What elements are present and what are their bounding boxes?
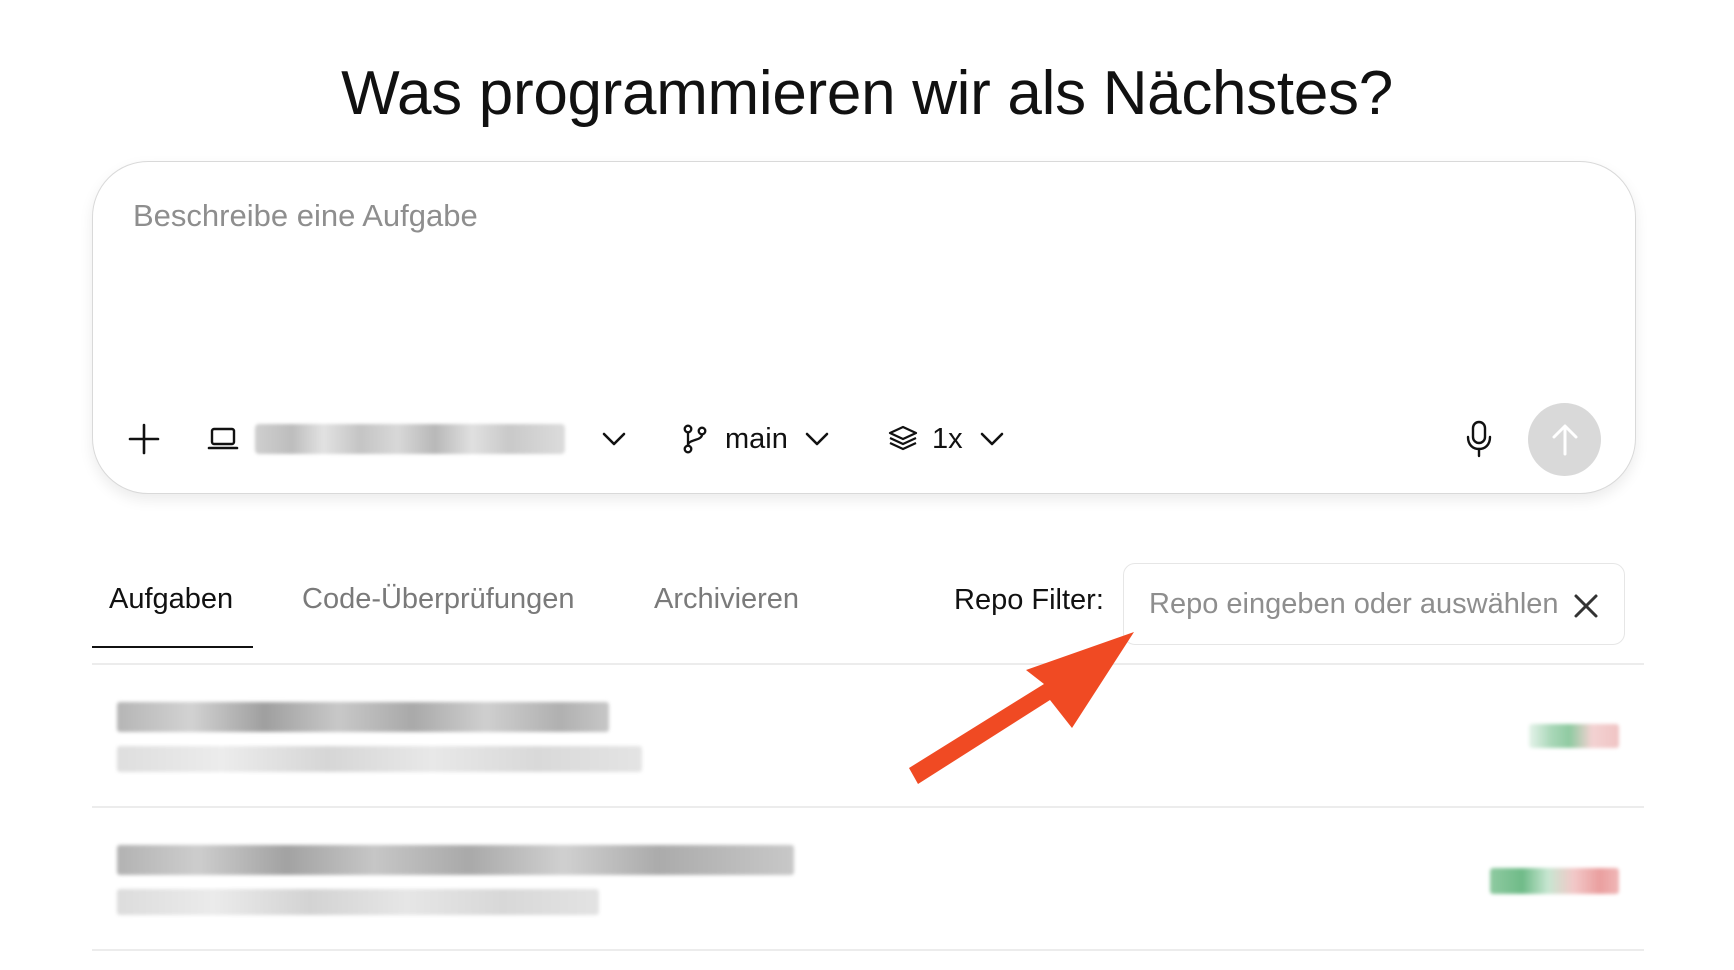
chevron-down-icon — [602, 432, 626, 446]
task-title-redacted — [117, 702, 609, 732]
layers-icon — [888, 425, 918, 451]
voice-input-button[interactable] — [1464, 402, 1494, 476]
task-description-input[interactable] — [133, 198, 1573, 348]
branch-selector[interactable]: main — [681, 402, 830, 476]
clear-filter-button[interactable] — [1566, 586, 1606, 626]
diff-stats-redacted — [1490, 868, 1619, 894]
codex-home-page: Was programmieren wir als Nächstes? Besc… — [0, 0, 1734, 970]
branch-label: main — [725, 422, 788, 455]
repo-filter-label: Repo Filter: — [954, 584, 1104, 616]
diff-stats-redacted — [1529, 724, 1619, 748]
tab-label: Code-Überprüfungen — [302, 583, 575, 615]
list-divider — [92, 949, 1644, 951]
versions-selector[interactable]: 1x — [888, 402, 1005, 476]
close-icon — [1574, 594, 1598, 618]
tab-code-reviews[interactable]: Code-Überprüfungen — [302, 560, 574, 646]
submit-task-button[interactable] — [1528, 403, 1601, 476]
laptop-icon — [207, 427, 239, 450]
task-composer: main 1x — [92, 161, 1636, 494]
microphone-icon — [1466, 420, 1492, 458]
chevron-down-icon — [980, 432, 1003, 446]
task-row[interactable] — [92, 664, 1644, 806]
arrow-up-icon — [1552, 424, 1577, 455]
plus-icon — [128, 423, 160, 455]
task-subtitle-redacted — [117, 746, 642, 772]
environment-name-redacted — [255, 424, 565, 454]
tab-aufgaben[interactable]: Aufgaben — [92, 560, 253, 648]
composer-toolbar: main 1x — [93, 402, 1635, 476]
git-branch-icon — [683, 424, 707, 454]
repo-filter-box — [1123, 563, 1625, 645]
page-title: Was programmieren wir als Nächstes? — [341, 59, 1393, 128]
environment-selector[interactable] — [207, 402, 627, 476]
tab-label: Aufgaben — [109, 583, 234, 615]
repo-filter-input[interactable] — [1149, 582, 1559, 626]
add-attachment-button[interactable] — [127, 402, 161, 476]
task-row[interactable] — [92, 807, 1644, 949]
tab-label: Archivieren — [654, 583, 800, 615]
task-subtitle-redacted — [117, 889, 599, 915]
versions-label: 1x — [932, 422, 963, 455]
chevron-down-icon — [805, 432, 829, 446]
annotation-arrow-icon — [909, 632, 1134, 784]
tab-archive[interactable]: Archivieren — [654, 560, 799, 646]
task-title-redacted — [117, 845, 794, 875]
